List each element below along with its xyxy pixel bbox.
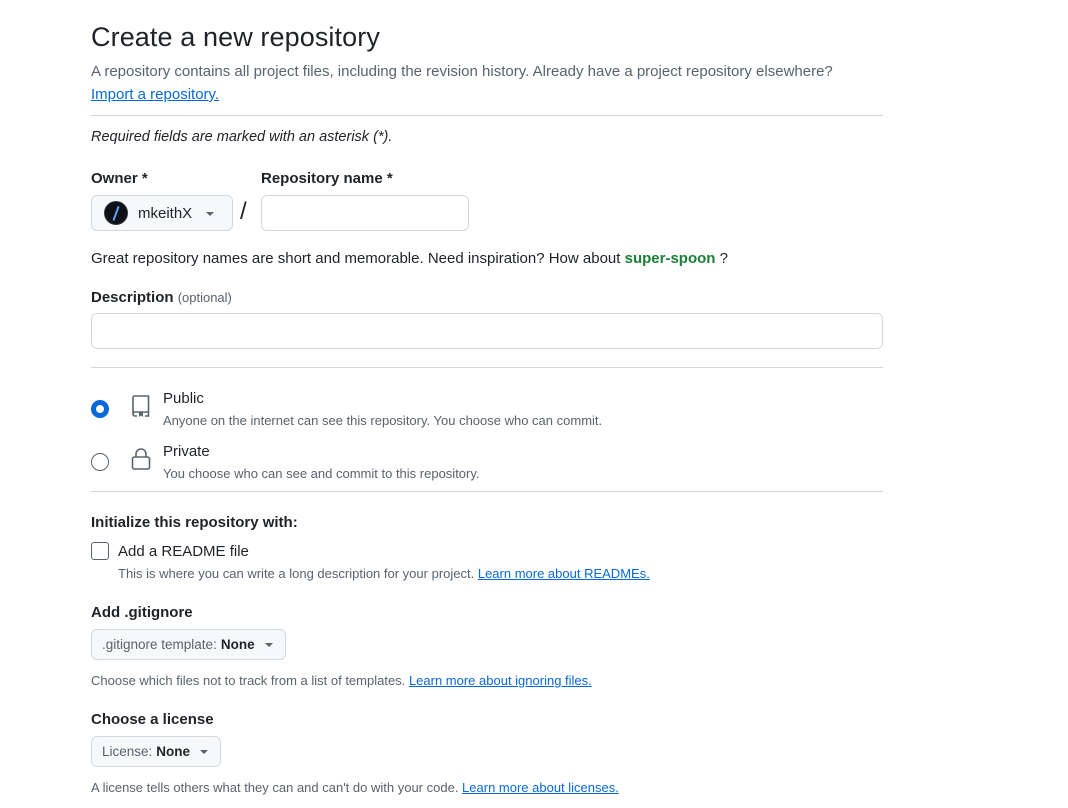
private-radio[interactable] <box>91 453 109 471</box>
license-label: Choose a license <box>91 711 214 728</box>
repository-name-input[interactable] <box>261 195 469 231</box>
learn-more-licenses-link[interactable]: Learn more about licenses. <box>462 780 619 795</box>
gitignore-description: Choose which files not to track from a l… <box>91 673 592 688</box>
license-dropdown[interactable]: License: None <box>91 736 222 767</box>
name-suggestion-button[interactable]: super-spoon <box>625 250 716 267</box>
owner-repo-separator: / <box>240 198 247 225</box>
name-hint-suffix: ? <box>719 250 728 267</box>
gitignore-label: Add .gitignore <box>91 604 193 621</box>
page-subtitle: A repository contains all project files,… <box>91 63 833 80</box>
owner-dropdown[interactable]: mkeithX <box>91 195 233 231</box>
add-readme-checkbox[interactable] <box>91 542 109 560</box>
divider <box>91 115 883 116</box>
learn-more-ignoring-link[interactable]: Learn more about ignoring files. <box>409 673 592 688</box>
add-readme-label: Add a README file <box>118 543 249 560</box>
public-radio[interactable] <box>91 400 109 418</box>
license-select-prefix: License: <box>102 744 153 759</box>
description-input[interactable] <box>91 313 883 349</box>
repository-name-label: Repository name * <box>261 170 393 187</box>
public-description: Anyone on the internet can see this repo… <box>163 413 603 428</box>
required-fields-note: Required fields are marked with an aster… <box>91 129 393 145</box>
owner-name: mkeithX <box>138 204 193 222</box>
description-label: Description (optional) <box>91 289 232 306</box>
create-repo-page: Create a new repository A repository con… <box>0 0 1068 808</box>
owner-avatar <box>104 201 128 225</box>
license-select-value: None <box>156 744 191 759</box>
private-title: Private <box>163 443 210 460</box>
chevron-down-icon <box>206 212 215 216</box>
import-repository-link[interactable]: Import a repository. <box>91 86 219 103</box>
license-description: A license tells others what they can and… <box>91 780 619 795</box>
readme-description: This is where you can write a long descr… <box>118 566 650 581</box>
optional-tag: (optional) <box>177 290 232 305</box>
repo-icon <box>132 395 150 417</box>
readme-description-text: This is where you can write a long descr… <box>118 566 475 581</box>
gitignore-select-value: None <box>220 637 255 652</box>
learn-more-readmes-link[interactable]: Learn more about READMEs. <box>478 566 650 581</box>
private-description: You choose who can see and commit to thi… <box>163 466 480 481</box>
gitignore-select-prefix: .gitignore template: <box>102 637 217 652</box>
initialize-label: Initialize this repository with: <box>91 514 298 531</box>
owner-label: Owner * <box>91 170 148 187</box>
license-description-text: A license tells others what they can and… <box>91 780 459 795</box>
description-label-text: Description <box>91 289 174 306</box>
name-hint-text: Great repository names are short and mem… <box>91 250 621 267</box>
chevron-down-icon <box>200 749 209 754</box>
divider <box>91 367 883 368</box>
public-title: Public <box>163 390 204 407</box>
divider <box>91 491 883 492</box>
chevron-down-icon <box>264 642 273 647</box>
lock-icon <box>131 448 151 470</box>
name-hint: Great repository names are short and mem… <box>91 250 728 267</box>
gitignore-description-text: Choose which files not to track from a l… <box>91 673 406 688</box>
gitignore-template-dropdown[interactable]: .gitignore template: None <box>91 629 286 660</box>
page-title: Create a new repository <box>91 22 380 52</box>
